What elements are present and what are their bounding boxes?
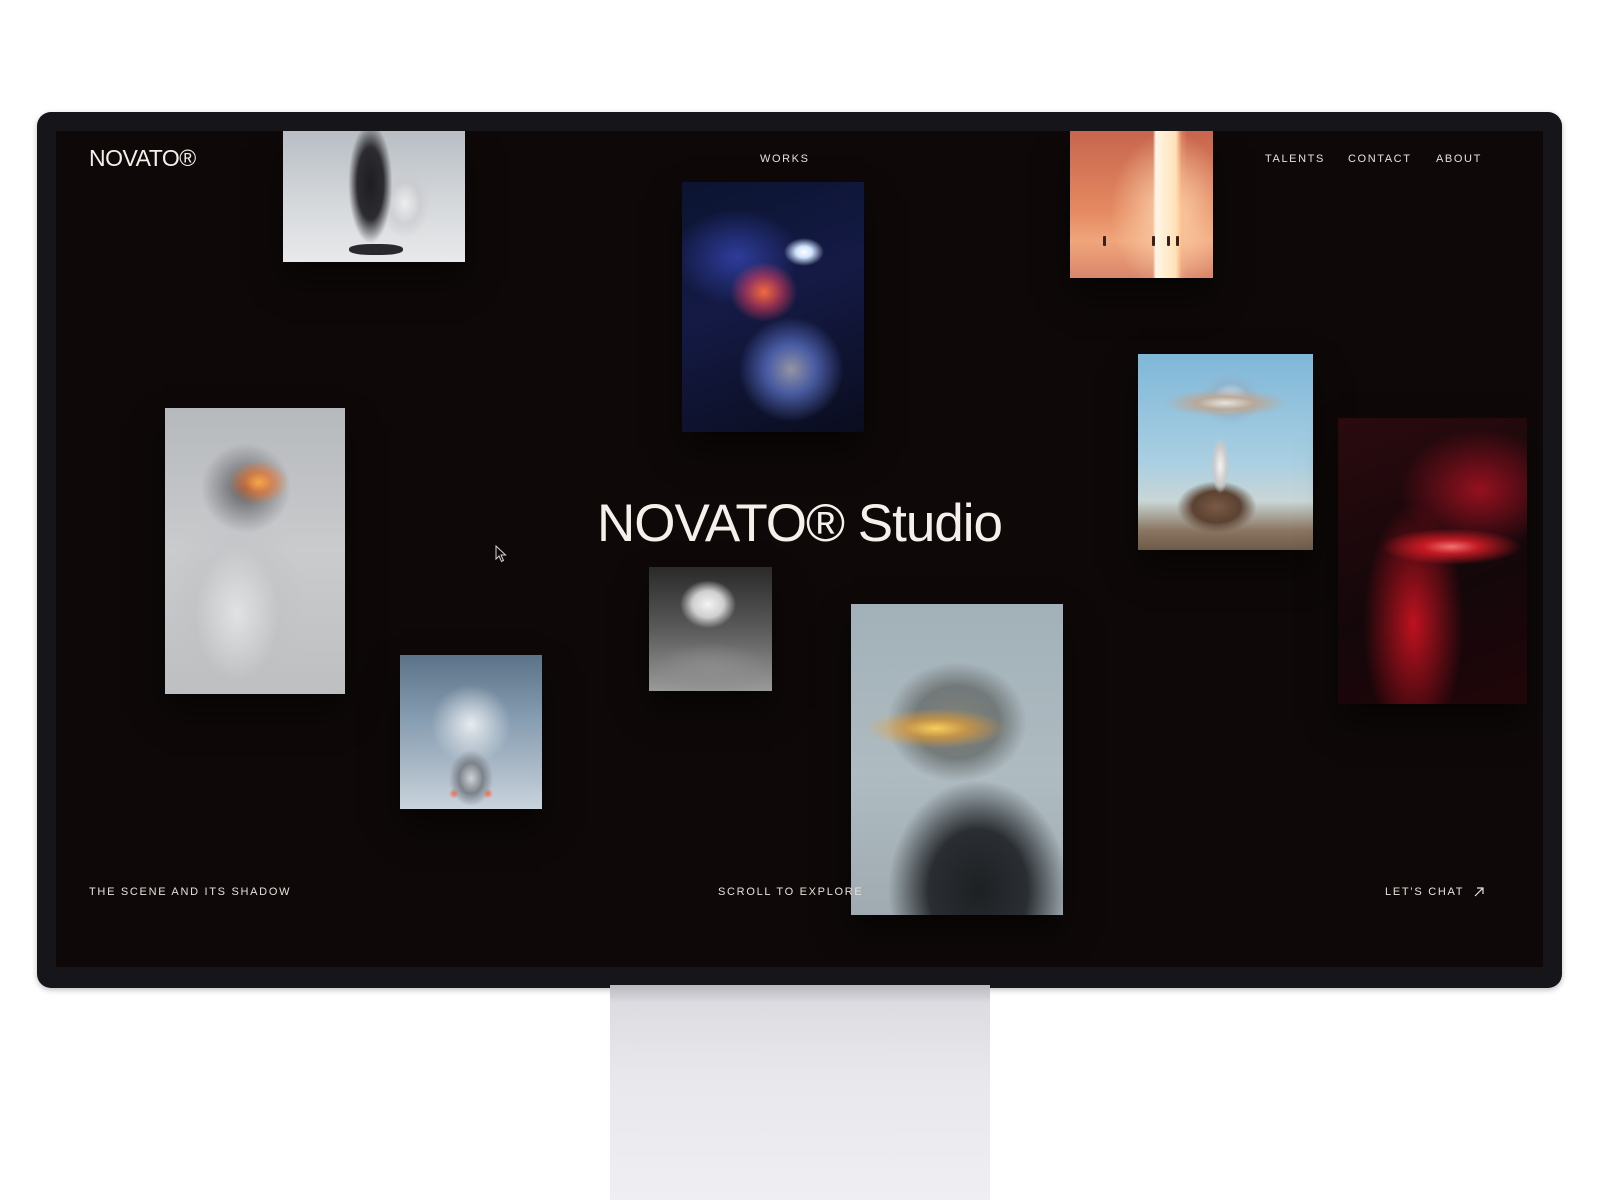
project-image-walking-figure[interactable] (283, 131, 465, 262)
project-image-snow-vehicle[interactable] (400, 655, 542, 809)
website-screen: NOVATO® WORKS TALENTS CONTACT ABOUT NOVA… (56, 131, 1543, 967)
mouse-cursor-icon (495, 545, 507, 563)
tagline: THE SCENE AND ITS SHADOW (89, 886, 292, 898)
project-image-neon-vr-portrait[interactable] (682, 182, 864, 432)
arrow-up-right-icon (1474, 887, 1484, 897)
brand-logo[interactable]: NOVATO® (89, 145, 196, 172)
scroll-hint: SCROLL TO EXPLORE (718, 886, 864, 898)
project-image-red-light-trail[interactable] (1338, 418, 1527, 704)
project-image-orb-cave[interactable] (649, 567, 772, 691)
project-image-gold-visor-profile[interactable] (851, 604, 1063, 915)
monitor-stand (610, 985, 990, 1200)
nav-works[interactable]: WORKS (760, 153, 810, 165)
lets-chat-label: LET’S CHAT (1385, 886, 1465, 898)
lets-chat-link[interactable]: LET’S CHAT (1385, 886, 1485, 898)
hero-title: NOVATO® Studio (596, 494, 1003, 553)
nav-talents[interactable]: TALENTS (1265, 153, 1325, 165)
project-image-glowing-doorway[interactable] (1070, 131, 1213, 278)
nav-about[interactable]: ABOUT (1436, 153, 1482, 165)
nav-contact[interactable]: CONTACT (1348, 153, 1412, 165)
